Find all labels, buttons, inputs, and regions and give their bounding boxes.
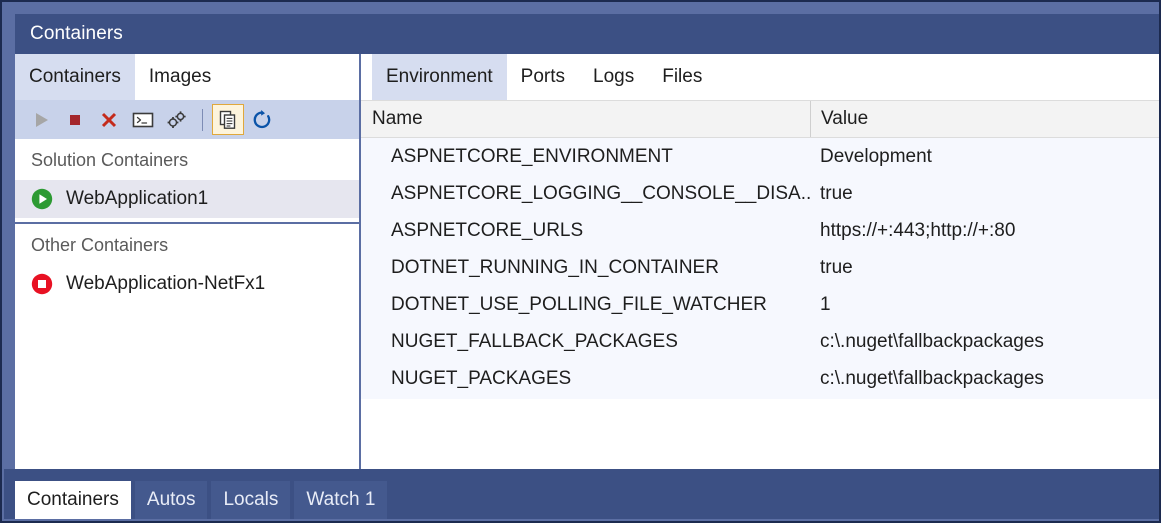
bottom-tab-watch-1-label: Watch 1 bbox=[306, 489, 375, 511]
tab-logs[interactable]: Logs bbox=[579, 54, 648, 100]
container-item-webapplication-netfx1[interactable]: WebApplication-NetFx1 bbox=[15, 265, 359, 303]
cell-value: c:\.nuget\fallbackpackages bbox=[810, 331, 1161, 353]
cell-name: DOTNET_USE_POLLING_FILE_WATCHER bbox=[361, 294, 810, 316]
refresh-icon bbox=[251, 109, 273, 131]
tab-containers-label: Containers bbox=[29, 66, 121, 88]
remove-button[interactable] bbox=[93, 104, 125, 135]
start-button[interactable] bbox=[25, 104, 57, 135]
stop-icon bbox=[66, 111, 84, 129]
settings-button[interactable] bbox=[161, 104, 193, 135]
bottom-tab-autos-label: Autos bbox=[147, 489, 196, 511]
tab-logs-label: Logs bbox=[593, 66, 634, 88]
open-terminal-button[interactable] bbox=[127, 104, 159, 135]
bottom-tab-autos[interactable]: Autos bbox=[135, 481, 208, 519]
cell-name: NUGET_FALLBACK_PACKAGES bbox=[361, 331, 810, 353]
bottom-tab-locals-label: Locals bbox=[223, 489, 278, 511]
cell-value: https://+:443;http://+:80 bbox=[810, 220, 1161, 242]
stopped-square-icon bbox=[30, 272, 54, 296]
cell-name: ASPNETCORE_LOGGING__CONSOLE__DISA... bbox=[361, 183, 810, 205]
gears-icon bbox=[166, 110, 188, 130]
container-item-webapplication1[interactable]: WebApplication1 bbox=[15, 180, 359, 218]
bottom-tab-containers[interactable]: Containers bbox=[15, 481, 131, 519]
column-header-value[interactable]: Value bbox=[810, 101, 1161, 137]
tab-images-label: Images bbox=[149, 66, 211, 88]
copy-documents-icon bbox=[218, 110, 238, 130]
column-header-name[interactable]: Name bbox=[361, 101, 810, 137]
bottom-tool-window-strip: Containers Autos Locals Watch 1 bbox=[4, 469, 1161, 519]
tab-environment[interactable]: Environment bbox=[372, 54, 507, 100]
group-header-solution-containers: Solution Containers bbox=[15, 139, 359, 180]
refresh-button[interactable] bbox=[246, 104, 278, 135]
table-row[interactable]: NUGET_FALLBACK_PACKAGES c:\.nuget\fallba… bbox=[361, 323, 1161, 360]
cell-name: ASPNETCORE_URLS bbox=[361, 220, 810, 242]
details-tab-strip: Environment Ports Logs Files bbox=[361, 54, 1161, 100]
cell-name: ASPNETCORE_ENVIRONMENT bbox=[361, 146, 810, 168]
tab-images[interactable]: Images bbox=[135, 54, 225, 100]
tab-ports[interactable]: Ports bbox=[507, 54, 579, 100]
table-row[interactable]: DOTNET_USE_POLLING_FILE_WATCHER 1 bbox=[361, 286, 1161, 323]
tab-containers[interactable]: Containers bbox=[15, 54, 135, 100]
tab-files[interactable]: Files bbox=[648, 54, 716, 100]
cell-name: NUGET_PACKAGES bbox=[361, 368, 810, 390]
toolbar-separator bbox=[202, 109, 203, 131]
table-row[interactable]: ASPNETCORE_URLS https://+:443;http://+:8… bbox=[361, 212, 1161, 249]
container-item-label: WebApplication1 bbox=[66, 188, 208, 210]
running-play-icon bbox=[30, 187, 54, 211]
grid-header-row: Name Value bbox=[361, 100, 1161, 138]
bottom-tabs: Containers Autos Locals Watch 1 bbox=[15, 481, 387, 519]
containers-tree: Solution Containers WebApplication1 Othe… bbox=[15, 139, 359, 471]
grid-body: ASPNETCORE_ENVIRONMENT Development ASPNE… bbox=[361, 138, 1161, 399]
cell-name: DOTNET_RUNNING_IN_CONTAINER bbox=[361, 257, 810, 279]
group-header-other-containers: Other Containers bbox=[15, 224, 359, 265]
play-icon bbox=[32, 111, 50, 129]
containers-toolbar bbox=[15, 100, 359, 139]
tab-files-label: Files bbox=[662, 66, 702, 88]
container-details-pane: Environment Ports Logs Files Name Value … bbox=[361, 54, 1161, 473]
cell-value: 1 bbox=[810, 294, 1161, 316]
cell-value: c:\.nuget\fallbackpackages bbox=[810, 368, 1161, 390]
tab-environment-label: Environment bbox=[386, 66, 493, 88]
window-title: Containers bbox=[15, 23, 123, 45]
cell-value: true bbox=[810, 183, 1161, 205]
cell-value: true bbox=[810, 257, 1161, 279]
containers-list-pane: Containers Images bbox=[15, 54, 361, 473]
left-pane-tab-strip: Containers Images bbox=[15, 54, 359, 100]
window-left-gutter bbox=[4, 14, 15, 473]
cell-value: Development bbox=[810, 146, 1161, 168]
container-item-label: WebApplication-NetFx1 bbox=[66, 273, 265, 295]
copy-button[interactable] bbox=[212, 104, 244, 135]
bottom-tab-containers-label: Containers bbox=[27, 489, 119, 511]
table-row[interactable]: ASPNETCORE_LOGGING__CONSOLE__DISA... tru… bbox=[361, 175, 1161, 212]
bottom-tab-locals[interactable]: Locals bbox=[211, 481, 290, 519]
tab-ports-label: Ports bbox=[521, 66, 565, 88]
bottom-tab-watch-1[interactable]: Watch 1 bbox=[294, 481, 387, 519]
stop-button[interactable] bbox=[59, 104, 91, 135]
table-row[interactable]: NUGET_PACKAGES c:\.nuget\fallbackpackage… bbox=[361, 360, 1161, 397]
environment-variables-grid: Name Value ASPNETCORE_ENVIRONMENT Develo… bbox=[361, 100, 1161, 399]
title-bar: Containers bbox=[15, 14, 1161, 54]
terminal-icon bbox=[132, 111, 154, 129]
table-row[interactable]: ASPNETCORE_ENVIRONMENT Development bbox=[361, 138, 1161, 175]
close-x-icon bbox=[99, 110, 119, 130]
containers-tool-window: Containers Containers Images bbox=[0, 0, 1161, 523]
table-row[interactable]: DOTNET_RUNNING_IN_CONTAINER true bbox=[361, 249, 1161, 286]
